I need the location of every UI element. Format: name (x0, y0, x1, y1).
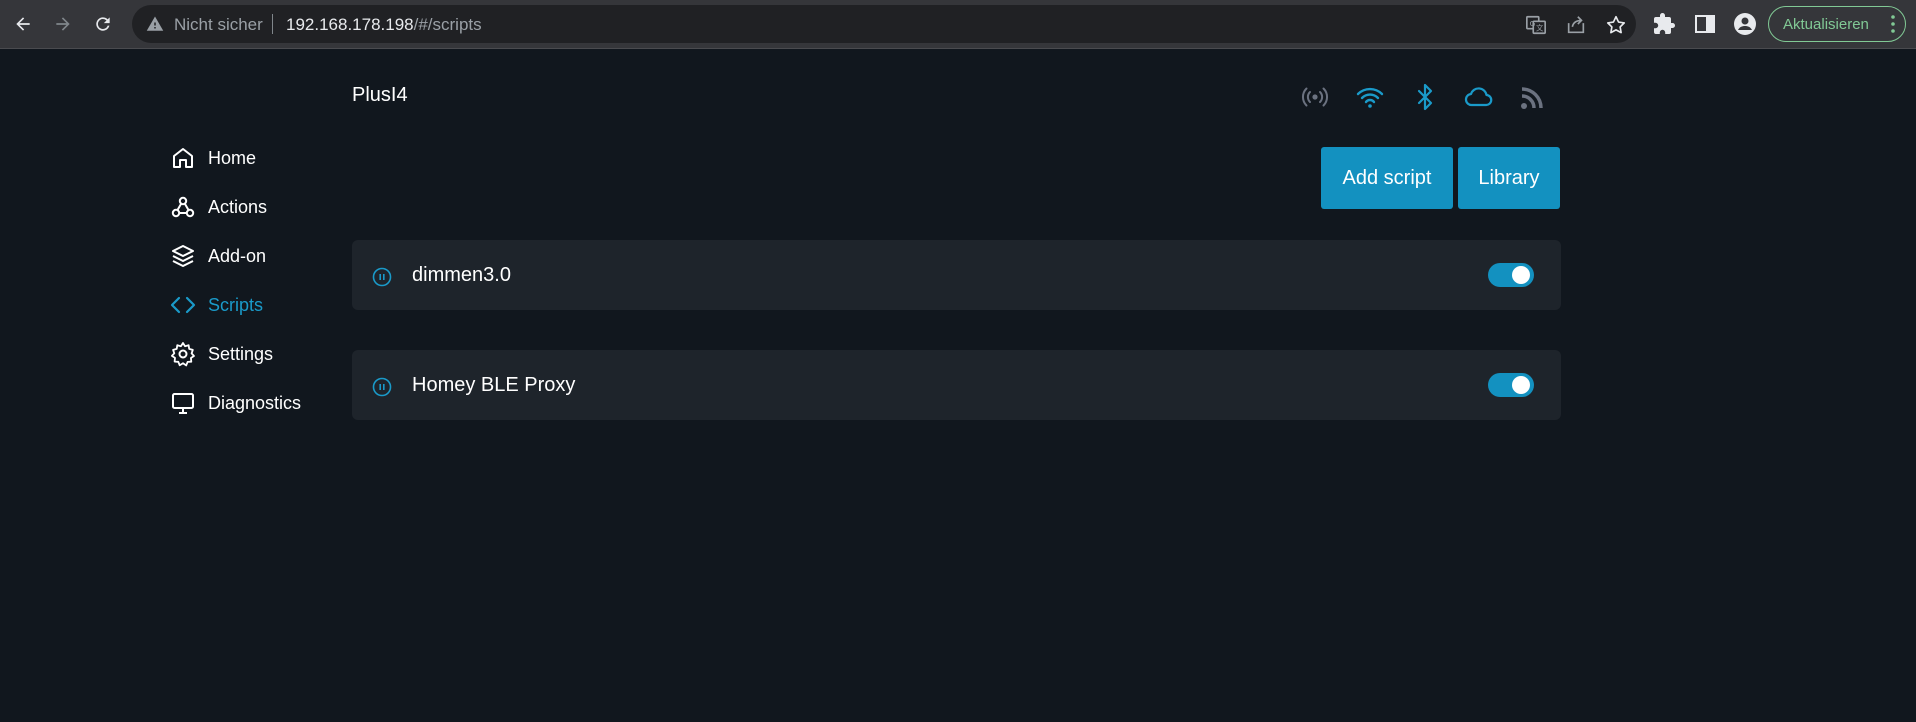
arrow-right-icon (56, 17, 70, 31)
star-icon[interactable] (1605, 14, 1627, 36)
reload-icon (96, 17, 110, 31)
bluetooth-icon (1410, 82, 1440, 112)
extensions-icon[interactable] (1652, 12, 1676, 36)
profile-icon[interactable] (1733, 12, 1757, 36)
svg-text:G: G (1530, 19, 1536, 28)
library-button[interactable]: Library (1458, 147, 1560, 209)
reload-button[interactable] (88, 9, 118, 39)
pause-icon[interactable] (372, 267, 392, 287)
update-button[interactable]: Aktualisieren (1768, 6, 1906, 42)
wifi-icon (1355, 82, 1385, 112)
toggle-knob (1512, 266, 1530, 284)
sidebar-item-diagnostics[interactable]: Diagnostics (170, 383, 370, 423)
sidebar-item-label: Add-on (208, 245, 267, 266)
layers-icon (170, 243, 196, 269)
code-icon (170, 292, 196, 318)
update-label: Aktualisieren (1783, 15, 1869, 33)
sidebar-item-label: Home (208, 147, 257, 168)
pause-icon[interactable] (372, 377, 392, 397)
script-name: Homey BLE Proxy (412, 374, 576, 396)
add-script-button[interactable]: Add script (1321, 147, 1453, 209)
script-enable-toggle[interactable] (1488, 373, 1534, 397)
script-card[interactable]: dimmen3.0 (352, 240, 1561, 310)
sidebar-item-label: Diagnostics (208, 392, 302, 413)
url-path: /#/scripts (413, 15, 482, 34)
sidebar-item-actions[interactable]: Actions (170, 187, 370, 227)
mqtt-icon (1300, 82, 1330, 112)
cloud-icon (1464, 82, 1494, 112)
rss-icon (1518, 82, 1548, 112)
security-status[interactable]: Nicht sicher (174, 15, 263, 35)
share-icon[interactable] (1565, 14, 1587, 36)
sidebar-item-scripts[interactable]: Scripts (170, 285, 370, 325)
warning-icon (146, 16, 164, 31)
sidebar-item-home[interactable]: Home (170, 138, 370, 178)
arrow-left-icon (16, 17, 30, 31)
monitor-icon (170, 390, 196, 416)
script-enable-toggle[interactable] (1488, 263, 1534, 287)
url-host: 192.168.178.198 (286, 15, 414, 34)
address-bar[interactable]: Nicht sicher 192.168.178.198/#/scripts G… (132, 5, 1636, 43)
url-text[interactable]: 192.168.178.198/#/scripts (286, 15, 482, 35)
translate-icon[interactable]: G文 (1525, 14, 1547, 36)
svg-text:文: 文 (1536, 24, 1544, 33)
script-card[interactable]: Homey BLE Proxy (352, 350, 1561, 420)
forward-button[interactable] (48, 9, 78, 39)
browser-toolbar: Nicht sicher 192.168.178.198/#/scripts G… (0, 0, 1916, 49)
script-name: dimmen3.0 (412, 264, 511, 286)
actions-icon (170, 194, 196, 220)
device-name: PlusI4 (352, 84, 408, 106)
sidebar-item-add-on[interactable]: Add-on (170, 236, 370, 276)
back-button[interactable] (8, 9, 38, 39)
toggle-knob (1512, 376, 1530, 394)
sidebar-item-label: Actions (208, 196, 268, 217)
more-vert-icon (1891, 15, 1895, 33)
sidebar-item-settings[interactable]: Settings (170, 334, 370, 374)
sidebar-item-label: Scripts (208, 294, 264, 315)
gear-icon (170, 341, 196, 367)
home-icon (170, 145, 196, 171)
sidebar-item-label: Settings (208, 343, 274, 364)
side-panel-icon[interactable] (1693, 12, 1717, 36)
divider (272, 14, 273, 34)
